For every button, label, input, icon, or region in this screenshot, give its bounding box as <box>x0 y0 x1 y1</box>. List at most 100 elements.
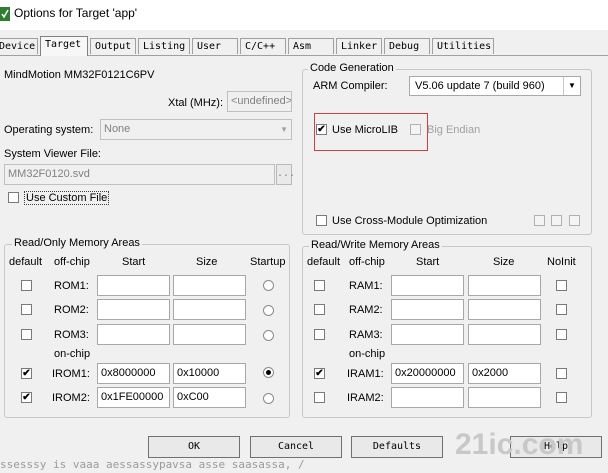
ram3-start-input[interactable] <box>391 324 464 345</box>
os-select[interactable]: None ▼ <box>100 119 292 140</box>
compiler-select[interactable]: V5.06 update 7 (build 960) ▼ <box>409 76 581 96</box>
irom1-default-checkbox[interactable]: ✔ <box>21 368 32 379</box>
ram1-noinit-checkbox[interactable] <box>556 280 567 291</box>
ram3-default-checkbox[interactable] <box>314 329 325 340</box>
sysviewer-label: System Viewer File: <box>4 148 101 160</box>
chevron-down-icon: ▼ <box>563 77 580 95</box>
irom2-label: IROM2: <box>52 392 90 404</box>
tab-output[interactable]: Output <box>90 38 136 54</box>
iram1-noinit-checkbox[interactable] <box>556 368 567 379</box>
os-label: Operating system: <box>4 124 94 136</box>
ram2-start-input[interactable] <box>391 299 464 320</box>
rom3-startup-radio[interactable] <box>263 330 274 341</box>
iram1-start-input[interactable]: 0x20000000 <box>391 363 464 384</box>
rom2-size-input[interactable] <box>173 299 246 320</box>
ram2-default-checkbox[interactable] <box>314 304 325 315</box>
xtal-input[interactable]: <undefined> <box>227 91 292 112</box>
rom1-label: ROM1: <box>54 280 89 292</box>
xtal-label: Xtal (MHz): <box>168 97 223 109</box>
rom1-startup-radio[interactable] <box>263 280 274 291</box>
iram1-label: IRAM1: <box>347 368 384 380</box>
sysviewer-browse-button[interactable]: ... <box>276 164 295 185</box>
rom3-label: ROM3: <box>54 329 89 341</box>
os-value: None <box>104 123 131 135</box>
app-icon <box>0 7 10 21</box>
rom-header-offchip: off-chip <box>54 256 90 268</box>
rom3-start-input[interactable] <box>97 324 170 345</box>
tab-debug[interactable]: Debug <box>384 38 430 54</box>
iram2-noinit-checkbox[interactable] <box>556 392 567 403</box>
rom2-startup-radio[interactable] <box>263 305 274 316</box>
iram1-size-input[interactable]: 0x2000 <box>468 363 541 384</box>
compiler-value: V5.06 update 7 (build 960) <box>415 80 545 92</box>
ram3-noinit-checkbox[interactable] <box>556 329 567 340</box>
irom2-start-input[interactable]: 0x1FE00000 <box>97 387 170 408</box>
option-checkbox-3[interactable] <box>569 215 580 226</box>
option-checkbox-2[interactable] <box>551 215 562 226</box>
cross-module-checkbox[interactable] <box>316 215 327 226</box>
tab-linker[interactable]: Linker <box>336 38 382 54</box>
iram2-size-input[interactable] <box>468 387 541 408</box>
watermark: 21ic.com <box>455 428 584 461</box>
rom2-start-input[interactable] <box>97 299 170 320</box>
chevron-down-icon: ▼ <box>280 125 288 134</box>
option-checkbox-1[interactable] <box>534 215 545 226</box>
rom1-start-input[interactable] <box>97 275 170 296</box>
window-title: Options for Target 'app' <box>14 6 138 20</box>
ok-button[interactable]: OK <box>148 436 240 458</box>
irom2-default-checkbox[interactable]: ✔ <box>21 392 32 403</box>
rom-onchip-label: on-chip <box>54 348 91 360</box>
code-generation-legend: Code Generation <box>308 62 396 74</box>
ram1-start-input[interactable] <box>391 275 464 296</box>
irom1-size-input[interactable]: 0x10000 <box>173 363 246 384</box>
big-endian-checkbox[interactable] <box>410 124 421 135</box>
use-custom-file-label[interactable]: Use Custom File <box>24 191 110 205</box>
rom3-default-checkbox[interactable] <box>21 329 32 340</box>
tab-device[interactable]: Device <box>0 38 38 54</box>
iram2-default-checkbox[interactable] <box>314 392 325 403</box>
rom-legend: Read/Only Memory Areas <box>12 237 142 249</box>
irom1-start-input[interactable]: 0x8000000 <box>97 363 170 384</box>
ram-header-default: default <box>307 256 341 268</box>
tab-strip: Device Target Output Listing User C/C++ … <box>0 36 608 56</box>
tab-listing[interactable]: Listing <box>138 38 190 54</box>
iram2-start-input[interactable] <box>391 387 464 408</box>
rom2-default-checkbox[interactable] <box>21 304 32 315</box>
ram2-label: RAM2: <box>349 304 383 316</box>
rom1-size-input[interactable] <box>173 275 246 296</box>
compiler-label: ARM Compiler: <box>313 80 388 92</box>
ram-onchip-label: on-chip <box>349 348 386 360</box>
cancel-button[interactable]: Cancel <box>250 436 342 458</box>
rom3-size-input[interactable] <box>173 324 246 345</box>
ram1-size-input[interactable] <box>468 275 541 296</box>
ram1-default-checkbox[interactable] <box>314 280 325 291</box>
ram-header-noinit: NoInit <box>547 256 576 268</box>
irom2-size-input[interactable]: 0xC00 <box>173 387 246 408</box>
tab-user[interactable]: User <box>192 38 238 54</box>
ram3-size-input[interactable] <box>468 324 541 345</box>
ram-header-start: Start <box>416 256 440 268</box>
use-microlib-label: Use MicroLIB <box>332 124 399 136</box>
tab-target[interactable]: Target <box>40 36 88 56</box>
rom-header-size: Size <box>196 256 218 268</box>
use-custom-file-checkbox[interactable] <box>8 192 19 203</box>
device-name: MindMotion MM32F0121C6PV <box>4 69 155 81</box>
iram1-default-checkbox[interactable]: ✔ <box>314 368 325 379</box>
irom2-startup-radio[interactable] <box>263 393 274 404</box>
tab-utilities[interactable]: Utilities <box>432 38 494 54</box>
irom1-startup-radio[interactable] <box>263 367 274 378</box>
use-microlib-checkbox[interactable]: ✔ <box>316 124 327 135</box>
tab-asm[interactable]: Asm <box>288 38 334 54</box>
ram3-label: RAM3: <box>349 329 383 341</box>
ram2-size-input[interactable] <box>468 299 541 320</box>
cross-module-label: Use Cross-Module Optimization <box>332 215 488 227</box>
sysviewer-input[interactable]: MM32F0120.svd <box>4 164 275 185</box>
rom1-default-checkbox[interactable] <box>21 280 32 291</box>
rom-header-default: default <box>9 256 43 268</box>
rom-header-startup: Startup <box>250 256 286 268</box>
ram2-noinit-checkbox[interactable] <box>556 304 567 315</box>
ram-legend: Read/Write Memory Areas <box>309 239 442 251</box>
ram-header-size: Size <box>493 256 515 268</box>
tab-cpp[interactable]: C/C++ <box>240 38 286 54</box>
defaults-button[interactable]: Defaults <box>351 436 443 458</box>
